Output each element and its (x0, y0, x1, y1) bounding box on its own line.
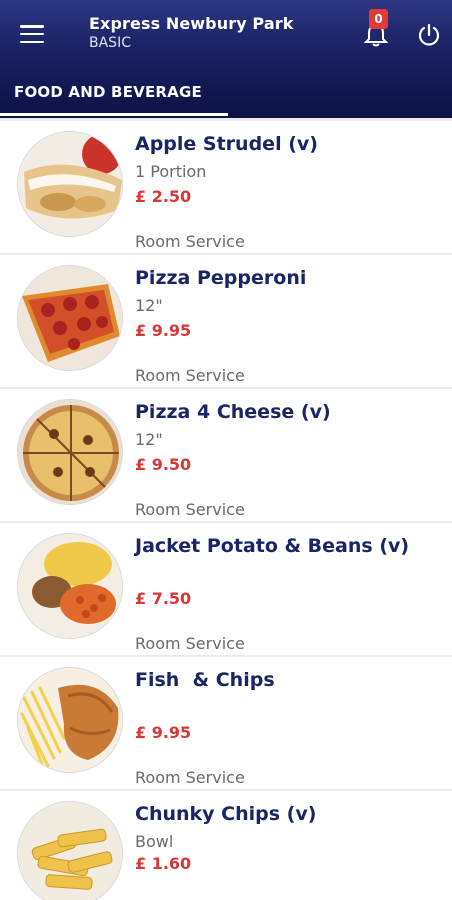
item-service: Room Service (135, 366, 245, 385)
item-service: Room Service (135, 768, 245, 787)
item-size: Bowl (135, 832, 174, 851)
item-price: £ 9.50 (135, 455, 192, 474)
item-name: Fish & Chips (135, 669, 275, 691)
menu-item-card[interactable]: Pizza 4 Cheese (v) 12" £ 9.50 Room Servi… (0, 389, 452, 521)
item-name: Jacket Potato & Beans (v) (135, 535, 410, 557)
menu-item-card[interactable]: Pizza Pepperoni 12" £ 9.95 Room Service (0, 255, 452, 387)
hotel-name: Express Newbury Park (89, 14, 294, 33)
power-icon[interactable] (416, 22, 442, 48)
item-name: Pizza 4 Cheese (v) (135, 401, 331, 423)
chunky-chips-image (17, 801, 123, 900)
pizza-pepperoni-image (17, 265, 123, 371)
item-service: Room Service (135, 500, 245, 519)
tab-label: FOOD AND BEVERAGE (14, 83, 202, 101)
item-size: 1 Portion (135, 162, 207, 181)
item-name: Apple Strudel (v) (135, 133, 318, 155)
item-name: Pizza Pepperoni (135, 267, 307, 289)
fish-and-chips-image (17, 667, 123, 773)
notification-badge: 0 (369, 9, 388, 29)
title-block: Express Newbury Park BASIC (89, 14, 293, 51)
pizza-four-cheese-image (17, 399, 123, 505)
item-price: £ 7.50 (135, 589, 192, 608)
tab-indicator (0, 113, 228, 116)
app-header: Express Newbury Park BASIC 0 FOOD AND BE… (0, 0, 452, 118)
menu-item-card[interactable]: Fish & Chips £ 9.95 Room Service (0, 657, 452, 789)
menu-item-card[interactable]: Apple Strudel (v) 1 Portion £ 2.50 Room … (0, 121, 452, 253)
hamburger-menu-icon[interactable] (18, 22, 46, 46)
item-service: Room Service (135, 232, 245, 251)
menu-item-card[interactable]: Chunky Chips (v) Bowl £ 1.60 (0, 791, 452, 900)
item-size: 12" (135, 430, 163, 449)
apple-strudel-image (17, 131, 123, 237)
item-price: £ 2.50 (135, 187, 192, 206)
jacket-potato-image (17, 533, 123, 639)
item-price: £ 1.60 (135, 854, 192, 873)
item-name: Chunky Chips (v) (135, 803, 317, 825)
menu-item-card[interactable]: Jacket Potato & Beans (v) £ 7.50 Room Se… (0, 523, 452, 655)
hotel-tier: BASIC (89, 35, 131, 51)
item-price: £ 9.95 (135, 723, 192, 742)
tab-food-and-beverage[interactable]: FOOD AND BEVERAGE (0, 76, 228, 118)
item-price: £ 9.95 (135, 321, 192, 340)
item-service: Room Service (135, 634, 245, 653)
item-size: 12" (135, 296, 163, 315)
